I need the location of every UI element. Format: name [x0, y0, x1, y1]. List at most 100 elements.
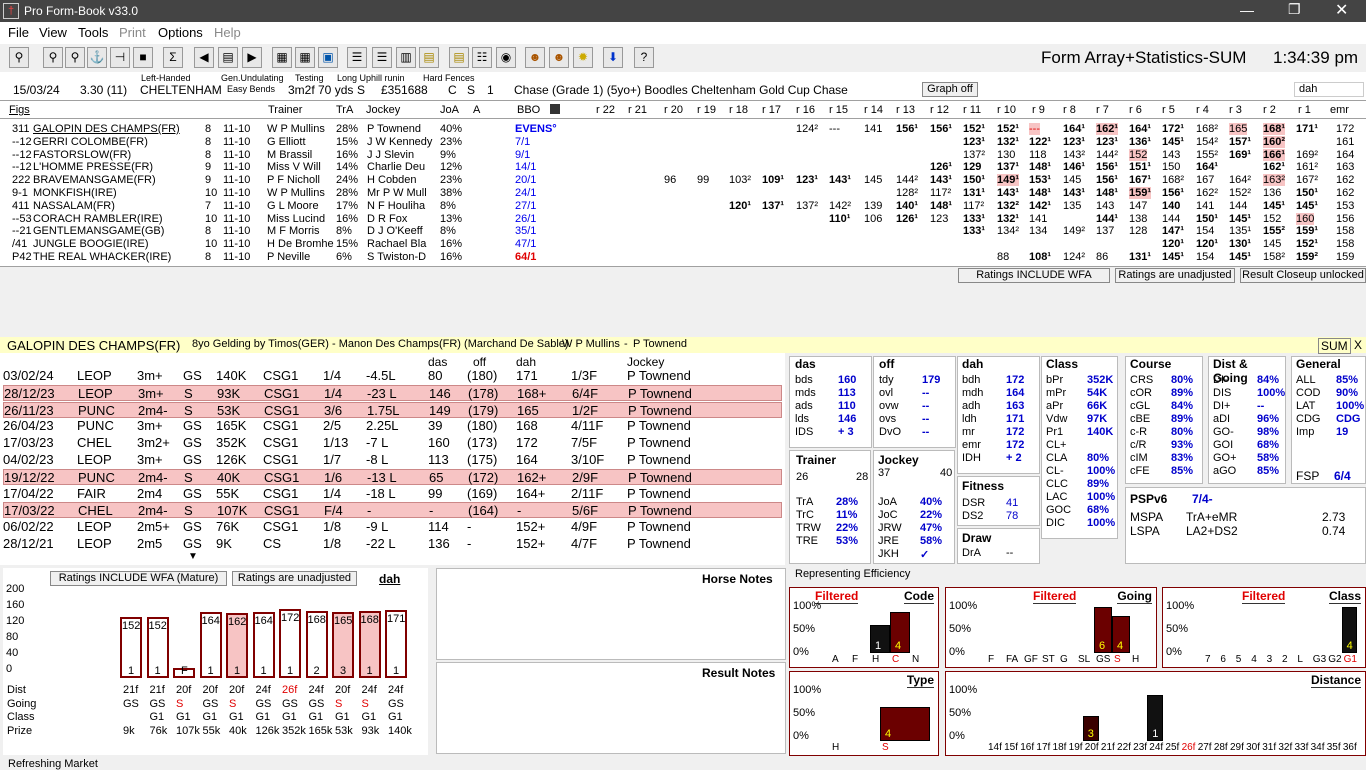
chart-x-label: 18f [1052, 742, 1067, 753]
form-row[interactable]: 26/04/23 PUNC 3m+ GS 165K CSG1 2/5 2.25L 39 (180)… [3, 418, 782, 434]
close-horse-button[interactable]: X [1354, 338, 1362, 352]
person-icon[interactable]: ☻ [525, 47, 545, 68]
runner-odds[interactable]: 24/1 [515, 187, 536, 199]
runner-name[interactable]: BRAVEMANSGAME(FR) [33, 174, 156, 186]
grid-icon[interactable]: ▦ [272, 47, 292, 68]
screen-icon[interactable]: ▣ [318, 47, 338, 68]
form-row[interactable]: 28/12/23 LEOP 3m+ S 93K CSG1 1/4 -23 L 146 (178) 1… [3, 384, 782, 401]
runner-odds[interactable]: 7/1 [515, 136, 530, 148]
checklist-icon[interactable]: ☷ [472, 47, 492, 68]
back-icon[interactable]: ◀ [194, 47, 214, 68]
runner-name[interactable]: GERRI COLOMBE(FR) [33, 136, 148, 148]
minimize-button[interactable]: — [1240, 2, 1254, 18]
form-cell: P Townend [628, 503, 692, 519]
runner-name[interactable]: JUNGLE BOOGIE(IRE) [33, 238, 149, 250]
stat-value: 80% [1171, 426, 1194, 438]
runner-odds[interactable]: 35/1 [515, 225, 536, 237]
runner-name[interactable]: NASSALAM(FR) [33, 200, 115, 212]
magnifier-icon[interactable]: ⚲ [43, 47, 63, 68]
runner-odds[interactable]: 64/1 [515, 251, 536, 263]
file-icon[interactable]: ▤ [449, 47, 469, 68]
form-row[interactable]: 03/02/24 LEOP 3m+ GS 140K CSG1 1/4 -4.5L 80 (180)… [3, 368, 782, 384]
folder-icon[interactable]: ▤ [218, 47, 238, 68]
list-icon[interactable]: ☰ [347, 47, 367, 68]
menu-help[interactable]: Help [214, 25, 241, 40]
form-cell: 1.75L [367, 402, 400, 418]
pin-icon[interactable]: ⚓ [87, 47, 107, 68]
result-notes-panel[interactable]: Result Notes [436, 662, 786, 754]
plug-icon[interactable]: ⊣ [110, 47, 130, 68]
grid2-icon[interactable]: ▦ [295, 47, 315, 68]
forward-icon[interactable]: ▶ [242, 47, 262, 68]
runner-odds[interactable]: 20/1 [515, 174, 536, 186]
menu-options[interactable]: Options [158, 25, 203, 40]
runner-odds[interactable]: EVENS° [515, 123, 557, 135]
runner-name[interactable]: GALOPIN DES CHAMPS(FR) [33, 123, 180, 135]
runner-odds[interactable]: 47/1 [515, 238, 536, 250]
sum-button[interactable]: SUM [1318, 338, 1351, 354]
bulb-icon[interactable]: ✹ [573, 47, 593, 68]
ratings-unadjusted-button[interactable]: Ratings are unadjusted [1115, 268, 1235, 283]
dah-select[interactable]: dah [1294, 82, 1364, 97]
stat-value: + 2 [1006, 452, 1022, 464]
horse-notes-panel[interactable]: Horse Notes [436, 568, 786, 660]
form-cell: -18 L [366, 485, 396, 501]
clock-icon[interactable]: ◉ [496, 47, 516, 68]
sigma-icon[interactable]: Σ [163, 47, 183, 68]
runner-name[interactable]: FASTORSLOW(FR) [33, 149, 131, 161]
form-row[interactable]: 17/03/23 CHEL 3m2+ GS 352K CSG1 1/13 -7 L 160 (17… [3, 435, 782, 451]
form-row[interactable]: 19/12/22 PUNC 2m4- S 40K CSG1 1/6 -13 L 65 (172) 1… [3, 468, 782, 485]
maximize-button[interactable]: ❐ [1288, 1, 1301, 18]
runner-age: 8 [205, 148, 212, 161]
form-cell: 1/13 [323, 435, 349, 451]
arrow-down-icon[interactable]: ⬇ [603, 47, 623, 68]
mini-unadjusted-button[interactable]: Ratings are unadjusted [232, 571, 357, 586]
runner-joa: 16% [440, 238, 463, 251]
mini-cell: GS [308, 697, 325, 710]
form-row[interactable]: 04/02/23 LEOP 3m+ GS 126K CSG1 1/7 -8 L 113 (175)… [3, 452, 782, 468]
expand-down-icon[interactable]: ▼ [188, 551, 198, 562]
runner-name[interactable]: CORACH RAMBLER(IRE) [33, 213, 163, 225]
menu-file[interactable]: File [8, 25, 29, 40]
binoculars-icon[interactable]: ⚲ [9, 47, 29, 68]
runner-name[interactable]: GENTLEMANSGAME(GB) [33, 225, 164, 237]
form-row[interactable]: 26/11/23 PUNC 2m4- S 53K CSG1 3/6 1.75L 149 (179)… [3, 401, 782, 418]
menu-tools[interactable]: Tools [78, 25, 108, 40]
runner-name[interactable]: MONKFISH(IRE) [33, 187, 117, 199]
runner-name[interactable]: L'HOMME PRESSE(FR) [33, 161, 153, 173]
search-icon[interactable]: ⚲ [65, 47, 85, 68]
form-row[interactable]: 17/04/22 FAIR 2m4 GS 55K CSG1 1/4 -18 L 99 (169) 1… [3, 486, 782, 502]
mini-cell: 20f [335, 684, 351, 696]
stop-icon[interactable]: ■ [133, 47, 153, 68]
wfa-mature-button[interactable]: Ratings INCLUDE WFA (Mature) [50, 571, 227, 586]
chart-x-label: H [1132, 654, 1140, 665]
runner-odds[interactable]: 26/1 [515, 213, 536, 225]
close-button[interactable]: ✕ [1335, 0, 1348, 20]
stat-formula: LA2+DS2 [1186, 524, 1238, 538]
menu-view[interactable]: View [39, 25, 67, 40]
result-closeup-button[interactable]: Result Closeup unlocked [1240, 268, 1366, 283]
runner-odds[interactable]: 9/1 [515, 149, 530, 161]
rating-cell: 143¹ [930, 174, 953, 187]
runner-odds[interactable]: 27/1 [515, 200, 536, 212]
ratings-wfa-button[interactable]: Ratings INCLUDE WFA [958, 268, 1110, 283]
rating-cell: 146¹ [1063, 161, 1086, 174]
table-icon[interactable]: ▥ [396, 47, 416, 68]
form-table: das off dah Jockey 03/02/24 LEOP 3m+ GS 140K… [0, 353, 785, 565]
graph-off-button[interactable]: Graph off [922, 82, 978, 97]
menu-print[interactable]: Print [119, 25, 146, 40]
col-header: r 17 [762, 104, 781, 116]
rating-cell: 144¹ [1096, 212, 1119, 225]
runner-name[interactable]: THE REAL WHACKER(IRE) [33, 251, 171, 263]
help-icon[interactable]: ? [634, 47, 654, 68]
mini-bar-value: 164 [201, 615, 220, 628]
chart-x-label: 7 [1205, 654, 1211, 665]
people-icon[interactable]: ☻ [549, 47, 569, 68]
form-row[interactable]: 17/03/22 CHEL 2m4- S 107K CSG1 F/4 - - (164) - 5/6F… [3, 502, 782, 519]
note-icon[interactable]: ▤ [419, 47, 439, 68]
form-row[interactable]: 28/12/21 LEOP 2m5 GS 9K CS 1/8 -22 L 136 - 152+ 4/7… [3, 536, 782, 552]
align-icon[interactable]: ☰ [372, 47, 392, 68]
runner-odds[interactable]: 14/1 [515, 161, 536, 173]
form-row[interactable]: 06/02/22 LEOP 2m5+ GS 76K CSG1 1/8 -9 L 114 - 152+… [3, 519, 782, 535]
col-header: r 15 [829, 104, 848, 116]
